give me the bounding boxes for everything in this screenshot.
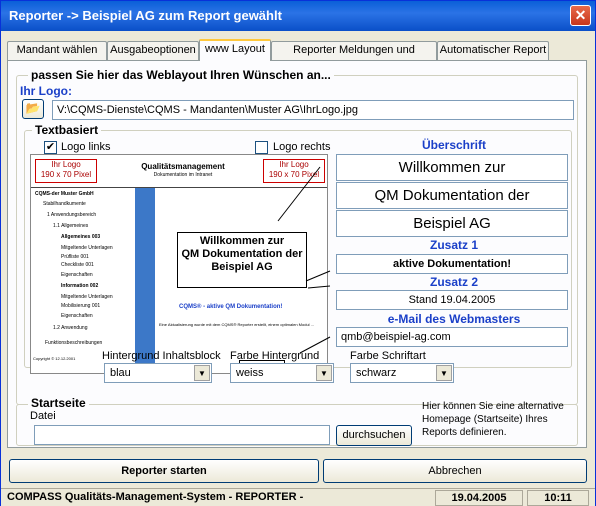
chevron-down-icon[interactable]: ▼ — [194, 365, 210, 381]
status-text: COMPASS Qualitäts-Management-System - RE… — [7, 491, 304, 503]
ueberschrift-line1[interactable]: Willkommen zur — [336, 154, 568, 181]
zusatz1-field[interactable]: aktive Dokumentation! — [336, 254, 568, 274]
browse-button[interactable]: durchsuchen — [336, 425, 412, 446]
status-date: 19.04.2005 — [435, 490, 523, 506]
ueberschrift-label: Überschrift — [421, 138, 486, 152]
close-icon[interactable]: ✕ — [570, 5, 591, 26]
farbe-hintergrund-label: Farbe Hintergrund — [230, 350, 320, 362]
tab-ausgabeoptionen[interactable]: Ausgabeoptionen — [107, 41, 199, 60]
startseite-hint: Hier können Sie eine alternative Homepag… — [422, 401, 564, 438]
zusatz1-label: Zusatz 1 — [429, 238, 478, 252]
datei-label: Datei — [30, 410, 56, 422]
startseite-title: Startseite — [28, 396, 89, 410]
status-bar: COMPASS Qualitäts-Management-System - RE… — [1, 488, 595, 506]
chevron-down-icon[interactable]: ▼ — [436, 365, 452, 381]
title-bar: Reporter -> Beispiel AG zum Report gewäh… — [1, 1, 595, 31]
ueberschrift-line2[interactable]: QM Dokumentation der — [336, 182, 568, 209]
hintergrund-value: blau — [110, 367, 131, 379]
tab-mandant[interactable]: Mandant wählen — [7, 41, 107, 60]
farbe-hintergrund-select[interactable]: weiss ▼ — [230, 363, 334, 383]
hintergrund-label: Hintergrund Inhaltsblock — [102, 350, 221, 362]
www-layout-panel: passen Sie hier das Weblayout Ihren Wüns… — [7, 60, 587, 448]
ueberschrift-line3[interactable]: Beispiel AG — [336, 210, 568, 237]
zusatz2-field[interactable]: Stand 19.04.2005 — [336, 290, 568, 310]
abbrechen-button[interactable]: Abbrechen — [323, 459, 587, 483]
tab-bar: Mandant wählen Ausgabeoptionen www Layou… — [7, 39, 587, 73]
zusatz2-label: Zusatz 2 — [429, 275, 478, 289]
tab-automatischer-report[interactable]: Automatischer Report — [437, 41, 549, 60]
tab-www-layout[interactable]: www Layout — [199, 39, 271, 61]
email-label: e-Mail des Webmasters — [387, 312, 521, 326]
farbe-schrift-value: schwarz — [356, 367, 397, 379]
email-field[interactable]: qmb@beispiel-ag.com — [336, 327, 568, 347]
hintergrund-select[interactable]: blau ▼ — [104, 363, 212, 383]
tab-meldungen[interactable]: Reporter Meldungen und Aktionen — [271, 41, 437, 73]
farbe-schrift-select[interactable]: schwarz ▼ — [350, 363, 454, 383]
chevron-down-icon[interactable]: ▼ — [316, 365, 332, 381]
farbe-schrift-label: Farbe Schriftart — [350, 350, 426, 362]
status-time: 10:11 — [527, 490, 589, 506]
window-title: Reporter -> Beispiel AG zum Report gewäh… — [9, 8, 282, 23]
farbe-hintergrund-value: weiss — [236, 367, 264, 379]
reporter-window: Reporter -> Beispiel AG zum Report gewäh… — [0, 0, 596, 506]
datei-field[interactable] — [34, 425, 330, 445]
reporter-starten-button[interactable]: Reporter starten — [9, 459, 319, 483]
